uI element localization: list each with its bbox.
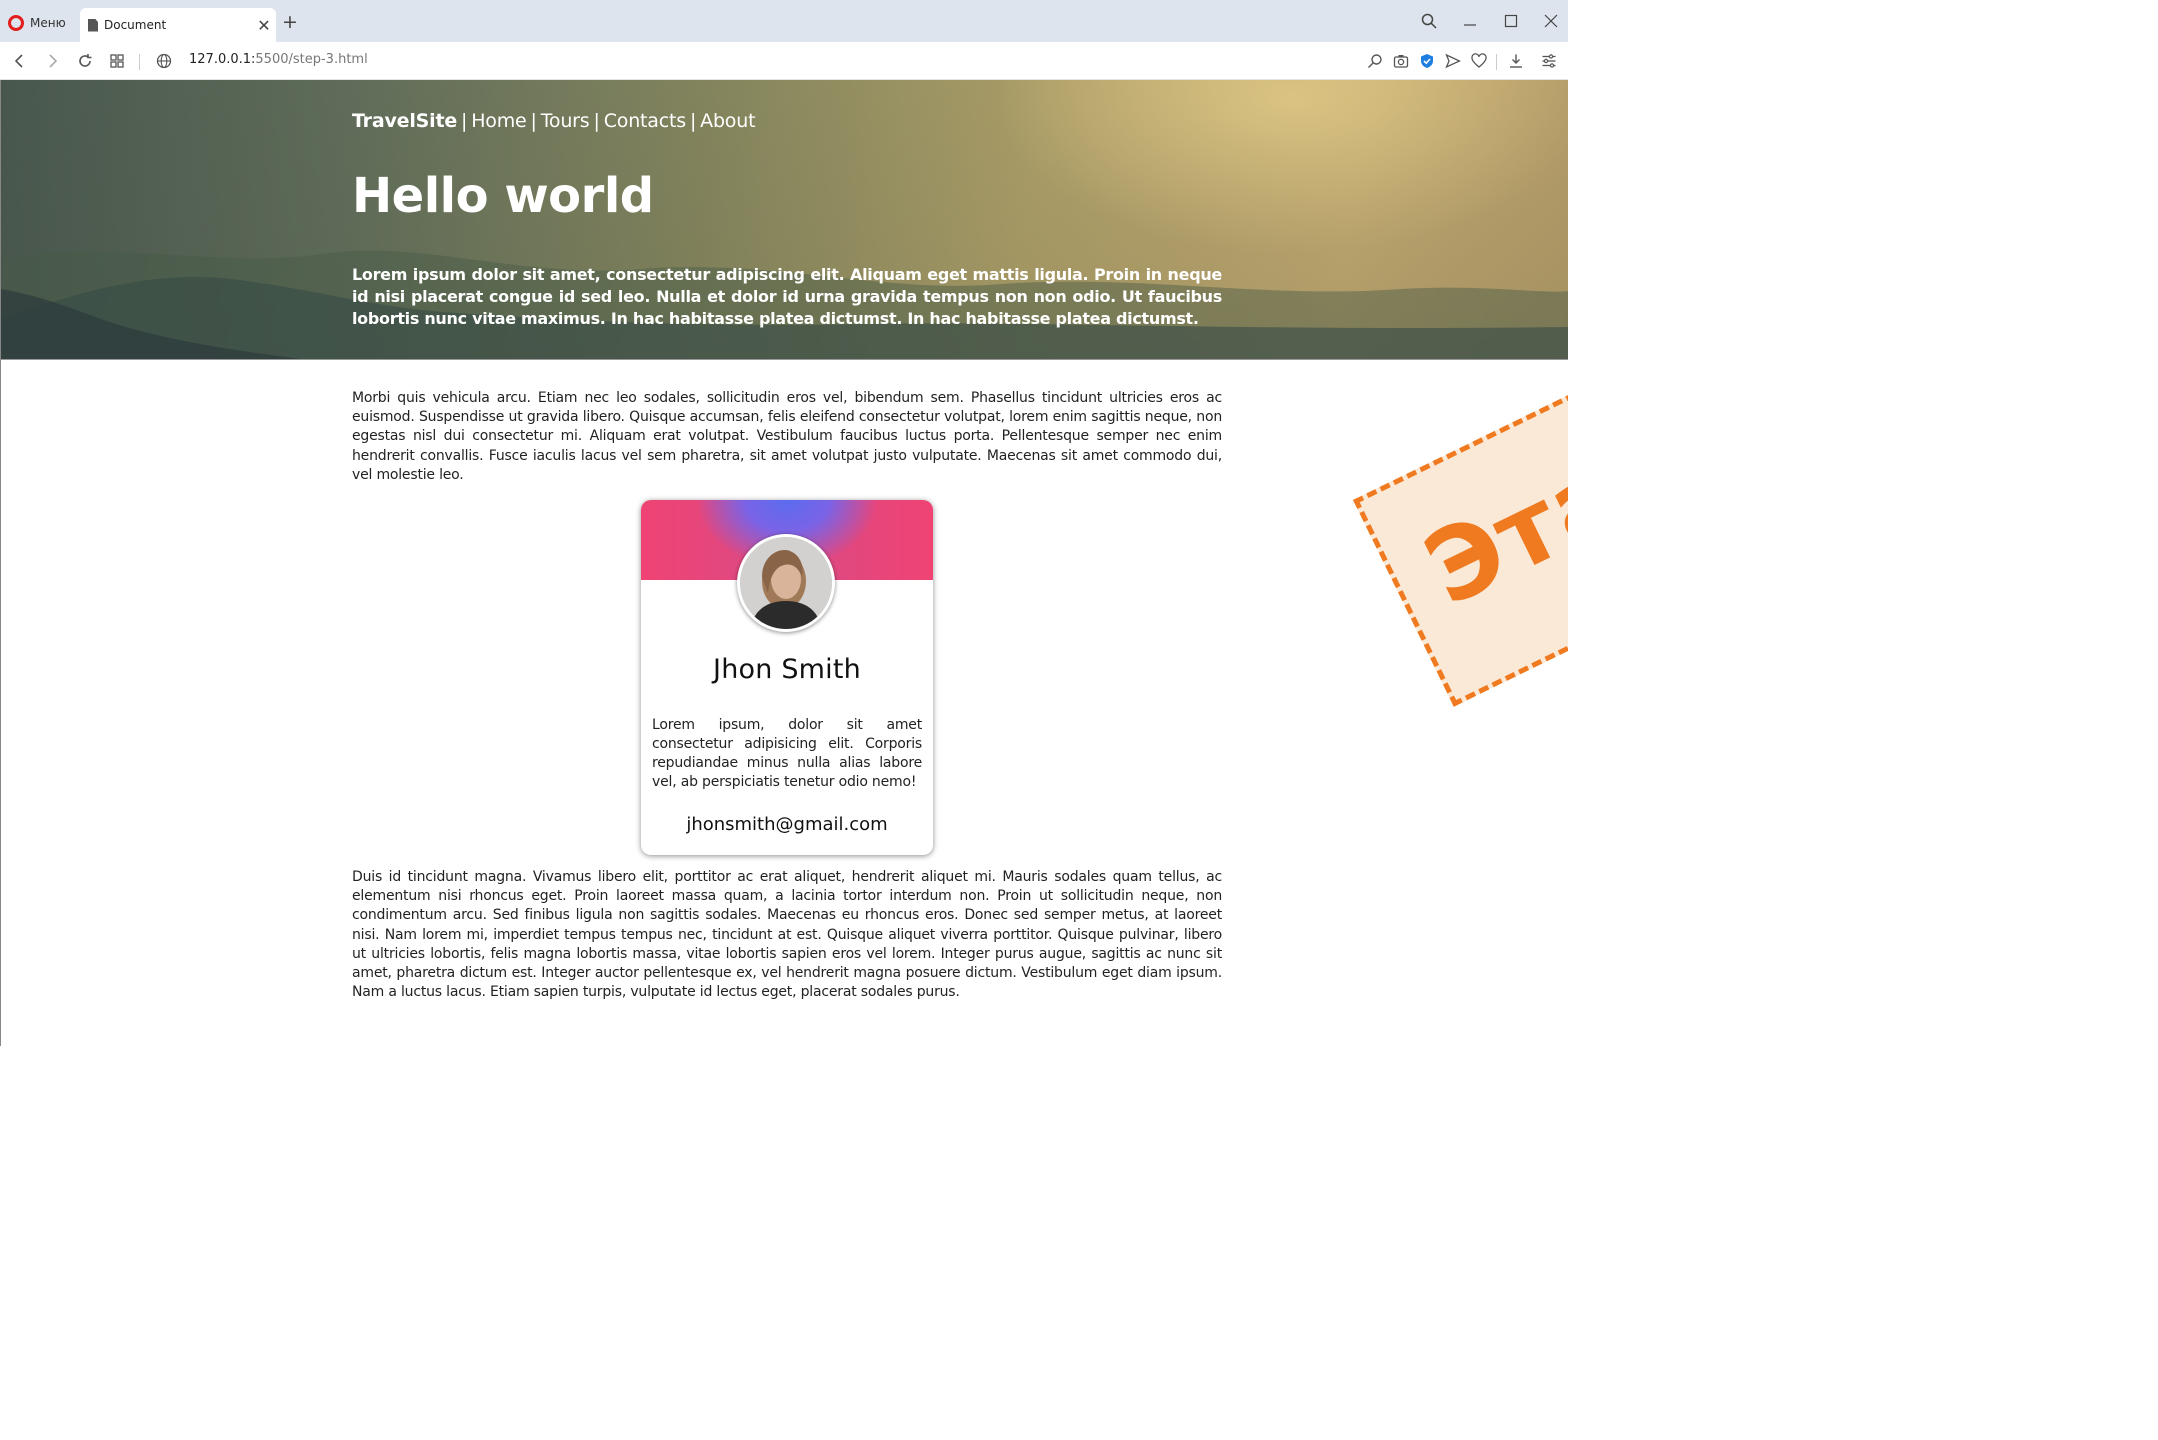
browser-tab-strip: Меню Document ✕ + bbox=[0, 0, 1568, 42]
hero-lead-text: Lorem ipsum dolor sit amet, consectetur … bbox=[352, 265, 1222, 328]
nav-link-contacts[interactable]: Contacts bbox=[604, 110, 686, 132]
document-icon bbox=[88, 18, 98, 32]
forward-icon[interactable] bbox=[41, 50, 63, 72]
url-field[interactable]: 127.0.0.1:5500/step-3.html bbox=[189, 52, 368, 67]
content-paragraph-2: Duis id tincidunt magna. Vivamus libero … bbox=[352, 869, 1222, 1001]
zoom-search-icon[interactable] bbox=[1364, 50, 1386, 72]
nav-separator: | bbox=[593, 110, 600, 132]
new-tab-button[interactable]: + bbox=[282, 12, 298, 32]
profile-bio: Lorem ipsum, dolor sit amet consectetur … bbox=[652, 717, 922, 790]
speed-dial-icon[interactable] bbox=[106, 50, 128, 72]
search-tabs-icon[interactable] bbox=[1414, 8, 1444, 34]
easy-setup-icon[interactable] bbox=[1538, 50, 1560, 72]
profile-card: Jhon Smith Lorem ipsum, dolor sit amet c… bbox=[641, 500, 933, 855]
nav-separator: | bbox=[461, 110, 468, 132]
profile-name: Jhon Smith bbox=[713, 654, 861, 685]
nav-separator: | bbox=[530, 110, 537, 132]
send-icon[interactable] bbox=[1442, 50, 1464, 72]
url-path: 5500/step-3.html bbox=[255, 52, 368, 67]
profile-email[interactable]: jhonsmith@gmail.com bbox=[641, 814, 933, 835]
maximize-icon[interactable] bbox=[1496, 8, 1526, 34]
tab-title: Document bbox=[104, 18, 167, 32]
reload-icon[interactable] bbox=[74, 50, 96, 72]
avatar-photo bbox=[740, 537, 832, 629]
stage-stamp-overlay: Этап bbox=[1353, 359, 1568, 707]
opera-menu-button[interactable]: Меню bbox=[8, 13, 66, 33]
opera-logo-icon bbox=[8, 15, 24, 31]
toolbar-divider bbox=[139, 54, 140, 70]
content-paragraph-1: Morbi quis vehicula arcu. Etiam nec leo … bbox=[352, 390, 1222, 483]
snapshot-camera-icon[interactable] bbox=[1390, 50, 1412, 72]
hero-banner: TravelSite | Home | Tours | Contacts | About Hel… bbox=[1, 80, 1568, 360]
globe-icon[interactable] bbox=[153, 50, 175, 72]
site-navigation: TravelSite | Home | Tours | Contacts | About bbox=[352, 110, 756, 132]
close-window-icon[interactable] bbox=[1536, 8, 1566, 34]
download-icon[interactable] bbox=[1505, 50, 1527, 72]
browser-tab-active[interactable]: Document ✕ bbox=[80, 8, 276, 42]
hero-title: Hello world bbox=[352, 168, 654, 224]
page-viewport: TravelSite | Home | Tours | Contacts | About Hel… bbox=[0, 80, 1568, 1046]
nav-link-tours[interactable]: Tours bbox=[541, 110, 590, 132]
avatar bbox=[737, 534, 835, 632]
heart-bookmark-icon[interactable] bbox=[1468, 50, 1490, 72]
stage-stamp-text: Этап bbox=[1407, 402, 1568, 629]
nav-link-about[interactable]: About bbox=[700, 110, 755, 132]
url-host: 127.0.0.1: bbox=[189, 52, 256, 67]
minimize-icon[interactable] bbox=[1455, 8, 1485, 34]
tab-close-icon[interactable]: ✕ bbox=[252, 16, 276, 35]
nav-separator: | bbox=[689, 110, 697, 132]
back-icon[interactable] bbox=[9, 50, 31, 72]
adblock-shield-icon[interactable] bbox=[1416, 50, 1438, 72]
address-toolbar: 127.0.0.1:5500/step-3.html bbox=[0, 42, 1568, 80]
opera-menu-label: Меню bbox=[30, 16, 66, 30]
nav-link-home[interactable]: Home bbox=[471, 110, 527, 132]
toolbar-divider-right bbox=[1496, 54, 1497, 70]
nav-brand-travelsite[interactable]: TravelSite bbox=[352, 110, 457, 132]
